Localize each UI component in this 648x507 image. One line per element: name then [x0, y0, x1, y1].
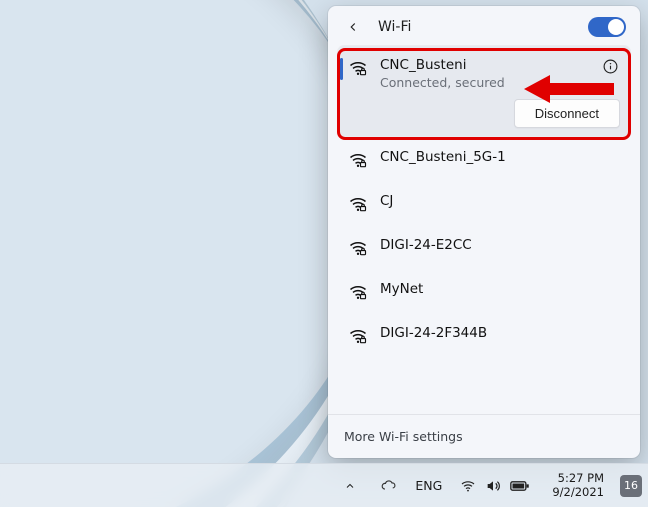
- network-ssid: MyNet: [380, 280, 423, 298]
- clock-time: 5:27 PM: [552, 472, 604, 485]
- back-button[interactable]: [342, 16, 364, 38]
- network-list: CNC_Busteni Connected, secured Disconnec…: [328, 44, 640, 358]
- more-wifi-settings[interactable]: More Wi-Fi settings: [328, 414, 640, 458]
- network-item[interactable]: CNC_Busteni_5G-1: [338, 138, 630, 180]
- wifi-flyout: Wi-Fi CNC_Busteni Connected, secured Dis…: [328, 6, 640, 458]
- network-item[interactable]: MyNet: [338, 270, 630, 312]
- network-sound-battery[interactable]: [454, 474, 536, 498]
- system-tray: ENG 5:27 PM 9/2/2021 16: [338, 472, 642, 498]
- info-icon[interactable]: [600, 56, 620, 76]
- tray-overflow-icon[interactable]: [338, 476, 362, 496]
- flyout-title: Wi-Fi: [378, 19, 574, 35]
- wifi-icon: [460, 478, 476, 494]
- network-ssid: DIGI-24-2F344B: [380, 324, 487, 342]
- language-indicator[interactable]: ENG: [415, 478, 442, 493]
- network-ssid: CNC_Busteni_5G-1: [380, 148, 506, 166]
- network-item[interactable]: DIGI-24-2F344B: [338, 314, 630, 356]
- notification-badge[interactable]: 16: [620, 475, 642, 497]
- wifi-secure-icon: [348, 150, 368, 170]
- battery-icon: [510, 479, 530, 493]
- wifi-secure-icon: [348, 326, 368, 346]
- network-item-connected[interactable]: CNC_Busteni Connected, secured Disconnec…: [338, 46, 630, 136]
- wifi-secure-icon: [348, 58, 368, 78]
- network-status: Connected, secured: [380, 75, 505, 90]
- network-ssid: DIGI-24-E2CC: [380, 236, 472, 254]
- volume-icon: [485, 478, 501, 494]
- wifi-secure-icon: [348, 238, 368, 258]
- wifi-secure-icon: [348, 194, 368, 214]
- wifi-toggle[interactable]: [588, 17, 626, 37]
- network-item[interactable]: CJ: [338, 182, 630, 224]
- taskbar: ENG 5:27 PM 9/2/2021 16: [0, 463, 648, 507]
- disconnect-button[interactable]: Disconnect: [514, 99, 620, 128]
- clock-date: 9/2/2021: [552, 486, 604, 499]
- clock[interactable]: 5:27 PM 9/2/2021: [548, 472, 608, 498]
- onedrive-icon[interactable]: [374, 473, 403, 498]
- network-item[interactable]: DIGI-24-E2CC: [338, 226, 630, 268]
- network-ssid: CNC_Busteni: [380, 56, 505, 74]
- wifi-secure-icon: [348, 282, 368, 302]
- network-ssid: CJ: [380, 192, 393, 210]
